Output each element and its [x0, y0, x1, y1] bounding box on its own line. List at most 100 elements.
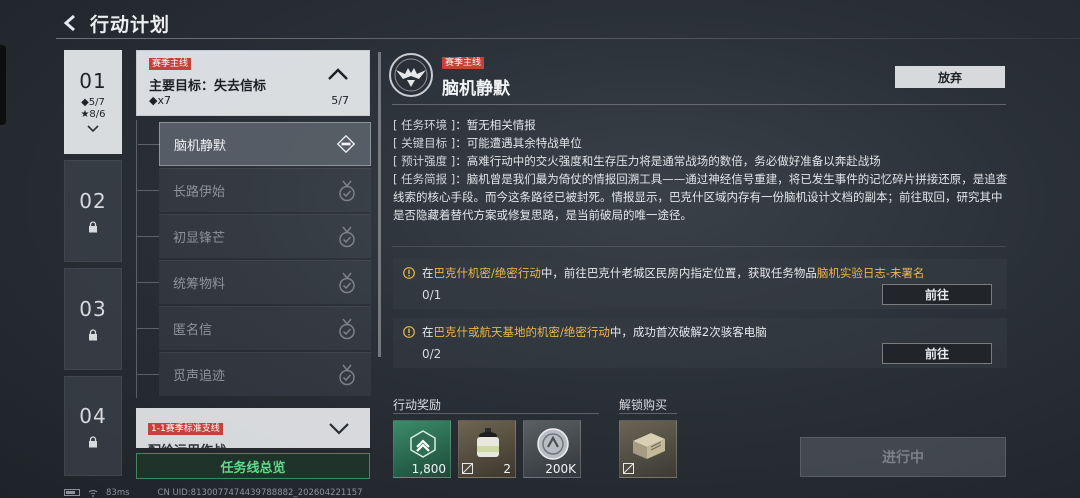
abandon-button[interactable]: 放弃 — [895, 66, 1005, 88]
info-intensity: [ 预计强度 ]：高难行动中的交火强度和生存压力将是通常战场的数倍，务必做好准备… — [393, 154, 881, 168]
ping-text: 83ms — [106, 487, 130, 498]
info-alert-icon — [403, 267, 415, 279]
green-badge-icon — [410, 430, 436, 458]
chapter-stat-star: ★8/6 — [80, 109, 106, 120]
info-target: [ 关键目标 ]：可能遭遇其余特战单位 — [393, 136, 582, 150]
main-progress: 5/7 — [331, 94, 349, 107]
main-reward: ◆x7 — [149, 94, 171, 107]
mission-scrollbar[interactable] — [378, 52, 381, 357]
task-count: 0/1 — [422, 288, 442, 302]
back-arrow-icon[interactable] — [62, 14, 80, 32]
step-label: 长路伊始 — [173, 185, 226, 200]
step-connector — [137, 236, 159, 237]
step-label: 统筹物料 — [173, 277, 226, 292]
season-main-tag: 赛季主线 — [149, 58, 192, 70]
device-box-icon — [633, 433, 665, 459]
info-alert-icon — [403, 326, 415, 338]
detail-season-tag: 赛季主线 — [442, 57, 485, 69]
step-label: 觅声追迹 — [173, 369, 226, 384]
unlock-item[interactable] — [619, 420, 677, 478]
chevron-up-icon[interactable] — [327, 67, 349, 81]
rewards-label: 行动奖励 — [393, 398, 442, 412]
task-description: 在巴克什或航天基地的机密/绝密行动中，成功首次破解2次骇客电脑 — [422, 325, 767, 339]
detail-header: 赛季主线 脑机静默 放弃 — [384, 50, 1024, 100]
chapter-number: 01 — [79, 69, 107, 93]
chapter-number: 04 — [79, 404, 107, 428]
reward-item[interactable]: 2 — [458, 420, 516, 478]
status-bar: 83ms CN UID:8130077474439788882_20260422… — [64, 487, 363, 498]
info-divider — [392, 246, 1006, 247]
step-item[interactable]: 匿名信 — [137, 306, 371, 350]
step-item[interactable]: 初显锋芒 — [137, 214, 371, 258]
info-brief: [ 任务简报 ]：脑机曾是我们最为倚仗的情报回溯工具——通过神经信号重建，将已发… — [393, 172, 1008, 222]
coin-icon — [537, 428, 569, 460]
mission-overview-button[interactable]: 任务线总览 — [136, 453, 370, 479]
chapter-02[interactable]: 02 — [64, 160, 122, 262]
task-description: 在巴克什机密/绝密行动中，前往巴克什老城区民房内指定位置，获取任务物品脑机实验日… — [422, 266, 925, 280]
target-diamond-icon — [336, 134, 356, 154]
chapter-01[interactable]: 01 ◆5/7 ★8/6 — [64, 50, 122, 154]
uid-text: CN UID:8130077474439788882_202604221157 — [157, 487, 363, 498]
chapter-04[interactable]: 04 — [64, 376, 122, 476]
detail-divider — [392, 104, 1006, 105]
chapter-03[interactable]: 03 — [64, 268, 122, 370]
step-item[interactable]: 觅声追迹 — [137, 352, 371, 396]
branch-mission-card[interactable]: 1-1赛季标准支线 配给运用作战 — [136, 408, 370, 448]
reward-qty: 2 — [503, 462, 511, 476]
completed-medal-icon — [339, 272, 355, 293]
step-connector — [137, 282, 159, 283]
device-edge — [0, 45, 6, 125]
chapter-stat-diamond: ◆5/7 — [81, 97, 105, 108]
chapter-number: 02 — [79, 189, 107, 213]
eagle-emblem-icon — [389, 53, 433, 97]
step-item[interactable]: 脑机静默 — [138, 122, 371, 166]
in-progress-button[interactable]: 进行中 — [800, 437, 1006, 477]
reward-qty: 1,800 — [411, 462, 446, 476]
reward-qty: 200K — [545, 462, 576, 476]
task-item: 在巴克什或航天基地的机密/绝密行动中，成功首次破解2次骇客电脑 0/2 前往 — [393, 318, 1007, 368]
page-header: 行动计划 — [62, 8, 170, 38]
step-connector — [137, 190, 159, 191]
mission-info: [ 任务环境 ]：暂无相关情报 [ 关键目标 ]：可能遭遇其余特战单位 [ 预计… — [393, 116, 1013, 224]
task-count: 0/2 — [422, 347, 442, 361]
goto-button[interactable]: 前往 — [882, 343, 992, 364]
info-environment: [ 任务环境 ]：暂无相关情报 — [393, 118, 536, 132]
step-connector — [137, 374, 159, 375]
lock-icon — [89, 329, 97, 341]
step-label: 脑机静默 — [174, 138, 227, 154]
step-item[interactable]: 长路伊始 — [137, 168, 371, 212]
chapter-number: 03 — [79, 297, 107, 321]
completed-medal-icon — [339, 364, 355, 385]
step-item[interactable]: 统筹物料 — [137, 260, 371, 304]
main-mission-card[interactable]: 赛季主线 主要目标：失去信标 ◆x7 5/7 — [136, 50, 370, 116]
detail-title: 脑机静默 — [442, 79, 510, 99]
task-item: 在巴克什机密/绝密行动中，前往巴克什老城区民房内指定位置，获取任务物品脑机实验日… — [393, 259, 1007, 309]
reward-item[interactable]: 200K — [523, 420, 581, 478]
chapter-list: 01 ◆5/7 ★8/6 02 03 04 — [64, 50, 122, 482]
battery-icon — [64, 489, 80, 496]
completed-medal-icon — [339, 226, 355, 247]
main-goal: 主要目标：失去信标 — [149, 79, 267, 94]
step-label: 匿名信 — [173, 323, 213, 338]
branch-tag: 1-1赛季标准支线 — [148, 423, 223, 435]
page-title: 行动计划 — [90, 13, 171, 36]
unbound-icon — [462, 463, 473, 474]
step-connector — [138, 144, 160, 145]
unlock-divider — [619, 413, 677, 414]
completed-medal-icon — [339, 180, 355, 201]
lock-icon — [89, 221, 97, 233]
goto-button[interactable]: 前往 — [882, 284, 992, 305]
chevron-down-icon — [87, 125, 99, 133]
completed-medal-icon — [339, 318, 355, 339]
step-label: 初显锋芒 — [173, 231, 226, 246]
step-connector — [137, 328, 159, 329]
unlock-label: 解锁购买 — [619, 398, 668, 412]
grenade-icon — [477, 428, 499, 457]
step-list: 脑机静默 长路伊始 初显锋芒 统筹物料 匿名信 觅声追迹 — [136, 120, 371, 398]
unbound-icon — [623, 463, 634, 474]
reward-item[interactable]: 1,800 — [393, 420, 451, 478]
chevron-down-icon[interactable] — [328, 422, 350, 436]
header-divider — [56, 38, 1080, 39]
rewards-divider — [393, 413, 599, 414]
branch-title: 配给运用作战 — [148, 440, 226, 448]
